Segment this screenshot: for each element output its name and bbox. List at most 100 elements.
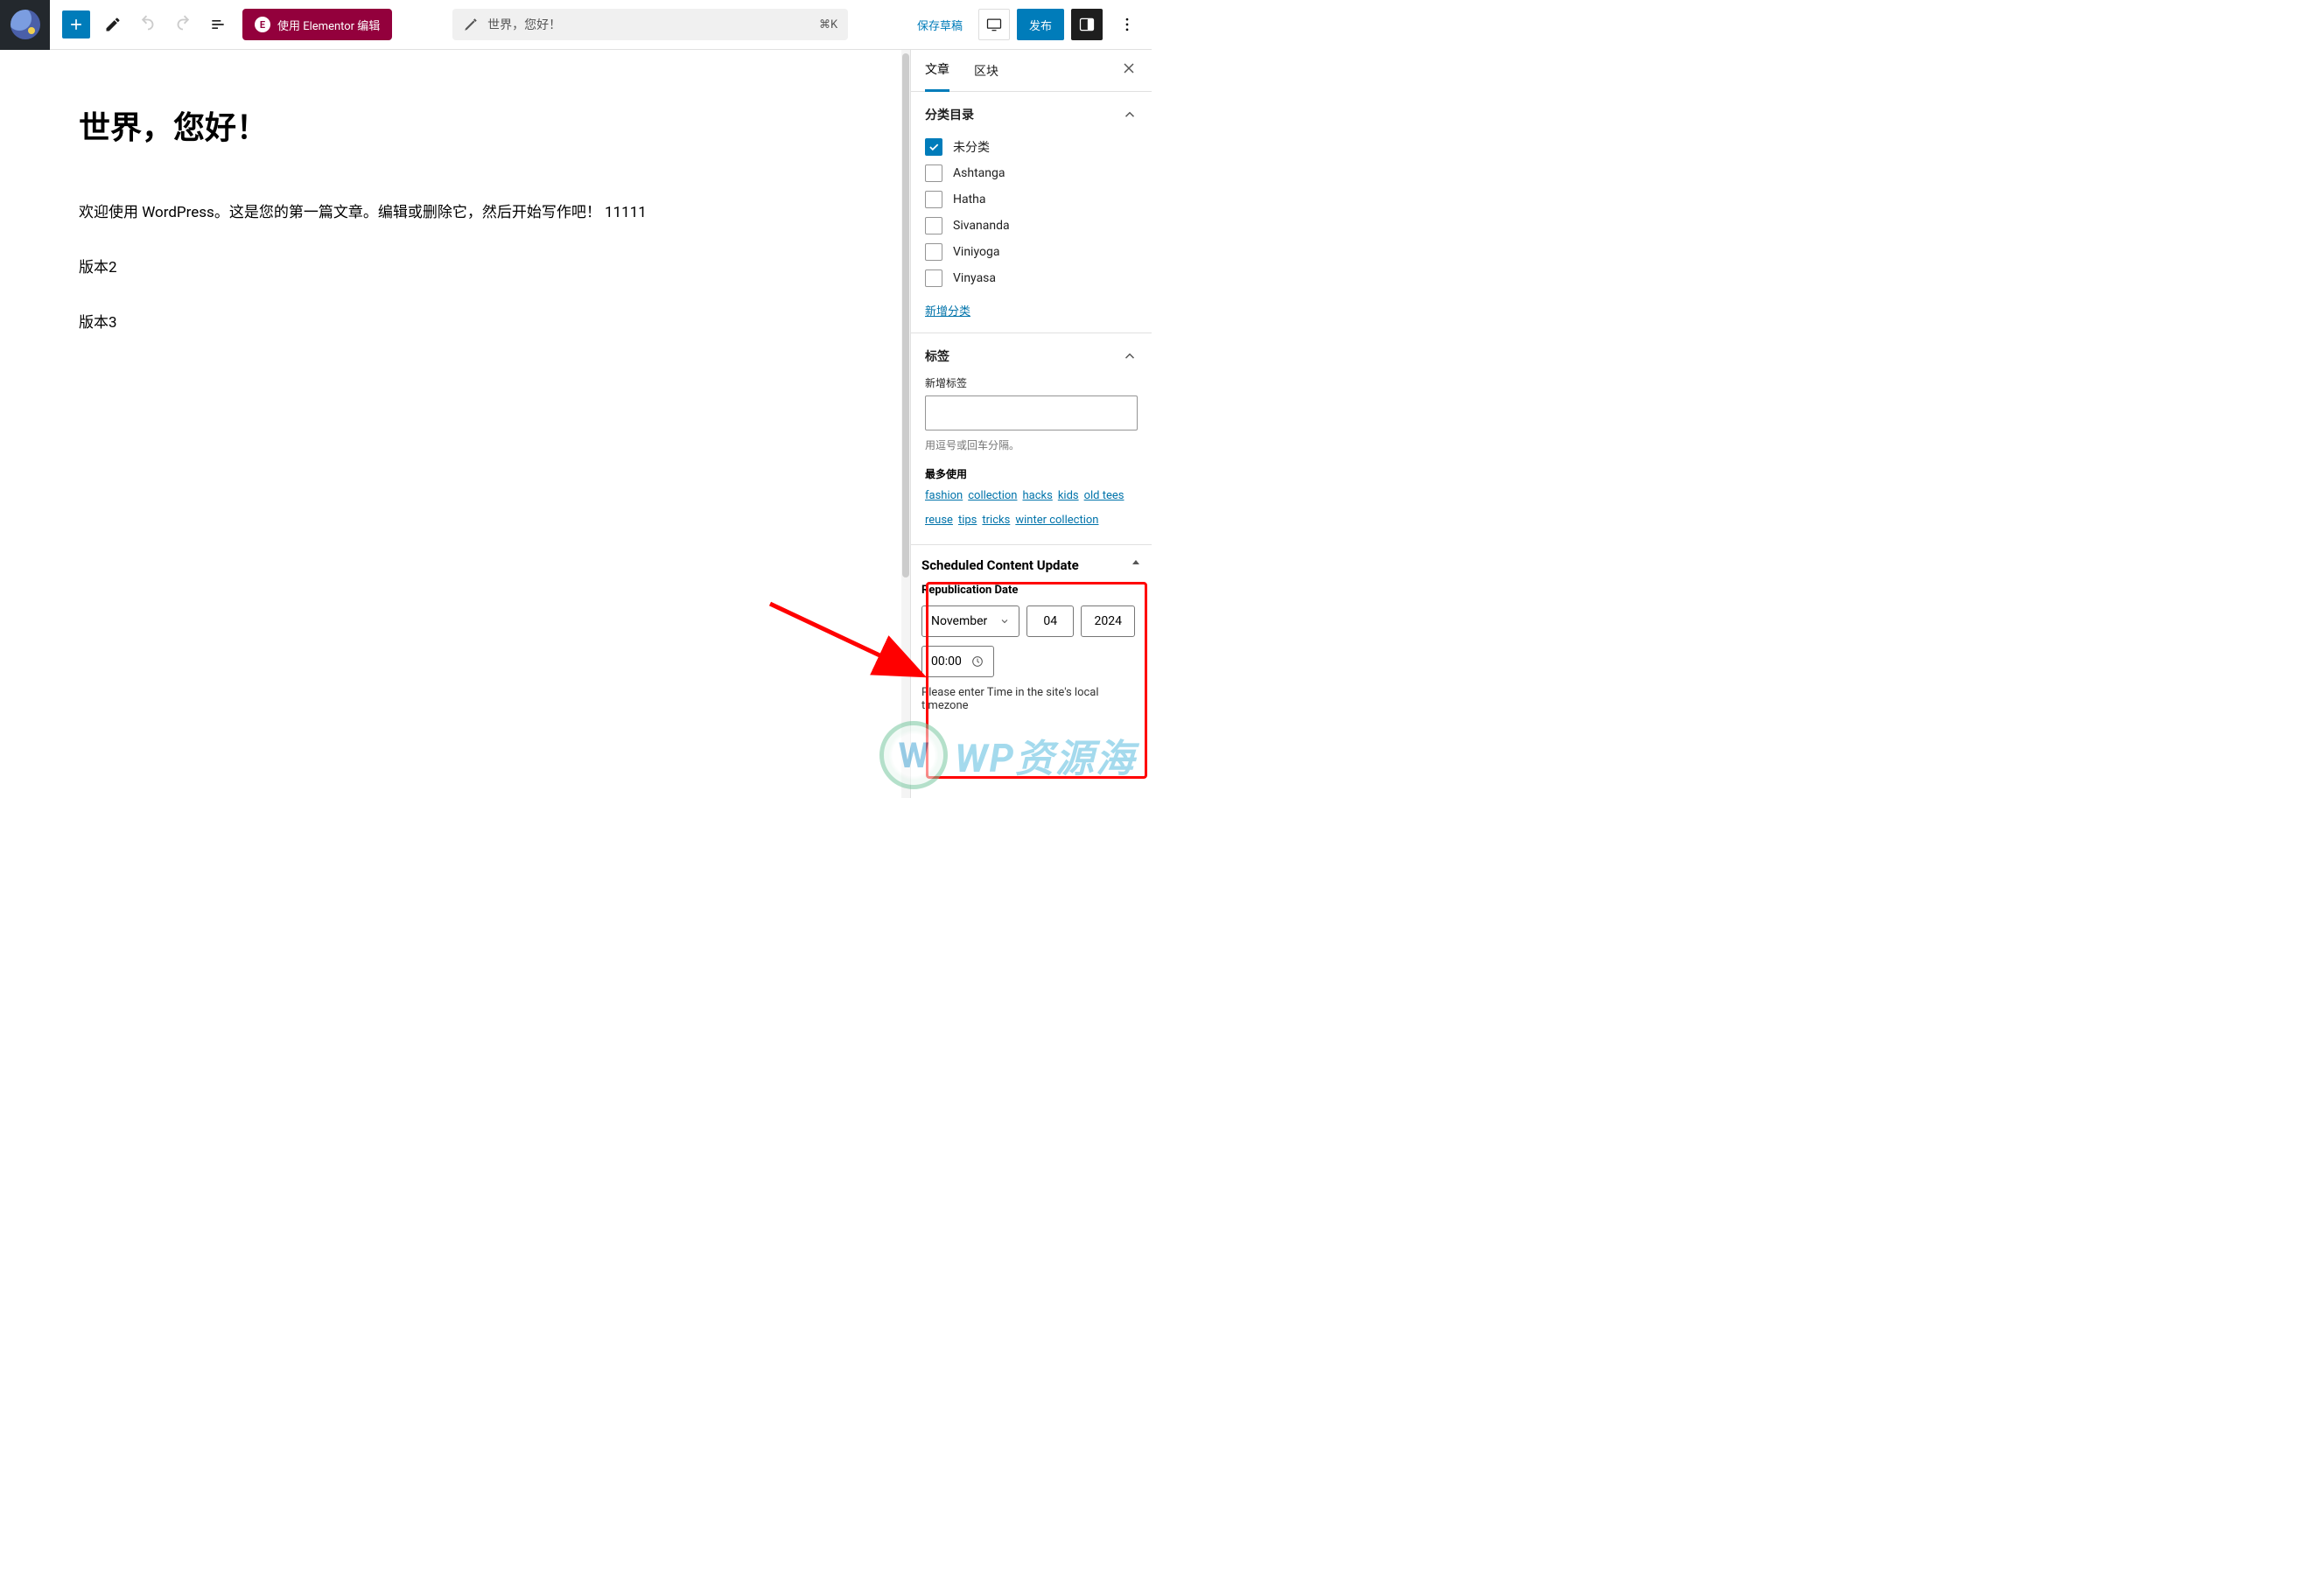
settings-sidebar: 文章 区块 分类目录 未分类 Ashtanga Hatha Sivananda Vini… [910, 50, 1152, 798]
triangle-up-icon [1131, 557, 1141, 568]
category-item[interactable]: Vinyasa [925, 265, 1138, 291]
list-icon [209, 16, 227, 33]
tab-block[interactable]: 区块 [974, 50, 998, 92]
category-checkbox[interactable] [925, 164, 942, 182]
main-layout: 世界，您好！ 欢迎使用 WordPress。这是您的第一篇文章。编辑或删除它，然… [0, 50, 1152, 798]
tag-link[interactable]: winter collection [1015, 511, 1098, 530]
panel-head-tags[interactable]: 标签 [925, 347, 1138, 365]
category-checkbox[interactable] [925, 191, 942, 208]
chevron-up-icon [1122, 348, 1138, 364]
scu-month-value: November [931, 614, 987, 628]
document-search-bar[interactable]: 世界，您好！ ⌘K [452, 9, 848, 40]
scu-title: Scheduled Content Update [921, 557, 1079, 573]
post-title[interactable]: 世界，您好！ [79, 102, 823, 148]
editor-scrollbar[interactable] [901, 50, 910, 798]
category-item[interactable]: 未分类 [925, 134, 1138, 160]
add-block-button[interactable] [62, 10, 90, 38]
category-item[interactable]: Ashtanga [925, 160, 1138, 186]
category-list: 未分类 Ashtanga Hatha Sivananda Viniyoga Vinyasa [925, 134, 1138, 291]
category-checkbox[interactable] [925, 270, 942, 287]
scu-subtitle: Republication Date [921, 584, 1141, 597]
publish-label: 发布 [1029, 17, 1052, 33]
site-logo-icon [11, 10, 40, 39]
scu-day-input[interactable]: 04 [1026, 606, 1074, 637]
category-checkbox[interactable] [925, 243, 942, 261]
category-label: 未分类 [953, 138, 990, 156]
post-paragraph[interactable]: 版本2 [79, 256, 823, 281]
save-draft-button[interactable]: 保存草稿 [908, 10, 971, 40]
add-category-link[interactable]: 新增分类 [925, 305, 970, 318]
site-logo-button[interactable] [0, 0, 50, 50]
sidebar-icon [1078, 16, 1096, 33]
panel-title-categories: 分类目录 [925, 106, 974, 123]
add-tag-label: 新增标签 [925, 375, 1138, 390]
topbar-right-actions: 保存草稿 发布 [908, 7, 1152, 42]
redo-button[interactable] [165, 7, 200, 42]
tag-hint: 用逗号或回车分隔。 [925, 438, 1138, 452]
scu-time-row: 00:00 [921, 646, 1141, 677]
panel-scheduled-content-update: Scheduled Content Update Republication D… [911, 547, 1152, 726]
category-label: Viniyoga [953, 245, 999, 259]
scrollbar-thumb[interactable] [902, 53, 909, 578]
category-checkbox[interactable] [925, 138, 942, 156]
panel-title-tags: 标签 [925, 347, 949, 365]
sidebar-tabs: 文章 区块 [911, 50, 1152, 92]
pencil-icon [104, 16, 122, 33]
elementor-btn-label: 使用 Elementor 编辑 [277, 17, 380, 33]
panel-head-categories[interactable]: 分类目录 [925, 106, 1138, 123]
category-label: Ashtanga [953, 166, 1005, 180]
tag-link[interactable]: tips [958, 511, 977, 530]
tag-link[interactable]: fashion [925, 486, 963, 506]
kebab-icon [1118, 16, 1136, 33]
check-icon [928, 141, 940, 153]
edit-with-elementor-button[interactable]: E 使用 Elementor 编辑 [242, 9, 392, 40]
category-item[interactable]: Hatha [925, 186, 1138, 213]
search-title: 世界，您好！ [487, 16, 561, 33]
panel-categories: 分类目录 未分类 Ashtanga Hatha Sivananda Viniyoga Vi… [911, 92, 1152, 333]
tag-link[interactable]: old tees [1084, 486, 1124, 506]
category-label: Sivananda [953, 219, 1010, 233]
desktop-icon [985, 16, 1003, 33]
scu-time-input[interactable]: 00:00 [921, 646, 994, 677]
category-label: Vinyasa [953, 271, 996, 285]
document-overview-button[interactable] [200, 7, 235, 42]
close-sidebar-button[interactable] [1120, 60, 1138, 81]
category-checkbox[interactable] [925, 217, 942, 234]
post-paragraph[interactable]: 欢迎使用 WordPress。这是您的第一篇文章。编辑或删除它，然后开始写作吧！… [79, 200, 823, 226]
plus-icon [67, 16, 85, 33]
scu-title-row[interactable]: Scheduled Content Update [921, 557, 1141, 573]
chevron-down-icon [999, 616, 1010, 626]
tag-link[interactable]: hacks [1022, 486, 1052, 506]
undo-icon [138, 15, 158, 34]
most-used-label: 最多使用 [925, 466, 1138, 481]
scu-time-value: 00:00 [931, 654, 962, 668]
publish-button[interactable]: 发布 [1017, 9, 1064, 40]
close-icon [1120, 60, 1138, 77]
scu-date-row: November 04 2024 [921, 606, 1141, 637]
tab-post[interactable]: 文章 [925, 50, 949, 92]
elementor-icon: E [255, 17, 270, 32]
clock-icon [970, 654, 984, 668]
tag-link[interactable]: collection [968, 486, 1017, 506]
post-paragraph[interactable]: 版本3 [79, 311, 823, 336]
tag-link[interactable]: tricks [982, 511, 1010, 530]
redo-icon [173, 15, 193, 34]
add-tag-input[interactable] [925, 396, 1138, 430]
tag-link[interactable]: reuse [925, 511, 953, 530]
category-item[interactable]: Sivananda [925, 213, 1138, 239]
scu-month-select[interactable]: November [921, 606, 1019, 637]
editor-topbar: E 使用 Elementor 编辑 世界，您好！ ⌘K 保存草稿 发布 [0, 0, 1152, 50]
scu-year-input[interactable]: 2024 [1081, 606, 1135, 637]
undo-button[interactable] [130, 7, 165, 42]
category-item[interactable]: Viniyoga [925, 239, 1138, 265]
more-options-button[interactable] [1110, 7, 1145, 42]
tag-link[interactable]: kids [1058, 486, 1079, 506]
scu-year-value: 2024 [1095, 614, 1122, 628]
preview-button[interactable] [978, 9, 1010, 40]
pen-icon [463, 17, 479, 32]
scu-day-value: 04 [1043, 614, 1057, 628]
search-kbd: ⌘K [819, 18, 837, 32]
block-editor-canvas[interactable]: 世界，您好！ 欢迎使用 WordPress。这是您的第一篇文章。编辑或删除它，然… [0, 50, 901, 798]
settings-panel-toggle[interactable] [1071, 9, 1103, 40]
tools-button[interactable] [95, 7, 130, 42]
